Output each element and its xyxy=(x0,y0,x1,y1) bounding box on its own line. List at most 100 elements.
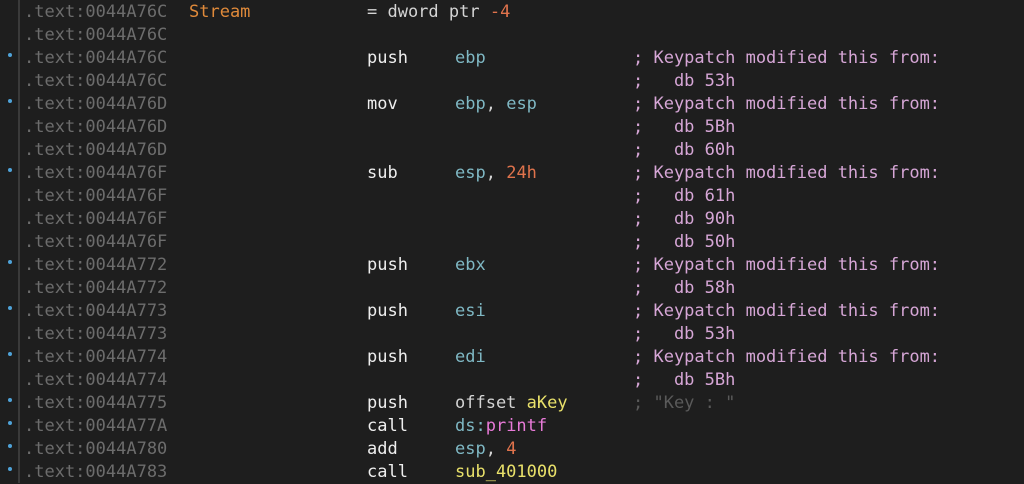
operand[interactable]: esp xyxy=(455,163,486,183)
instruction-operands[interactable]: ebp xyxy=(455,47,486,70)
code-line[interactable]: .text:0044A76C xyxy=(0,24,1024,47)
definition-offset: -4 xyxy=(489,2,511,22)
line-comment: ; Keypatch modified this from: xyxy=(633,163,941,183)
instruction-operands[interactable]: ds:printf xyxy=(455,415,547,438)
line-comment: ; Keypatch modified this from: xyxy=(633,347,941,367)
code-line[interactable]: .text:0044A775 push offset aKey ; "Key : " xyxy=(0,392,1024,415)
instruction-mnemonic[interactable]: call xyxy=(367,415,408,438)
operand[interactable]: ebp xyxy=(455,48,486,68)
code-line[interactable]: .text:0044A76D ; db 60h xyxy=(0,139,1024,162)
operand[interactable]: esi xyxy=(455,301,486,321)
operand[interactable]: 24h xyxy=(506,163,537,183)
operand[interactable]: aKey xyxy=(527,393,568,413)
instruction-mnemonic[interactable]: push xyxy=(367,254,408,277)
instruction-mnemonic[interactable]: push xyxy=(367,47,408,70)
line-comment: ; Keypatch modified this from: xyxy=(633,301,941,321)
breakpoint-dot-icon[interactable] xyxy=(8,168,12,172)
operand[interactable]: ebx xyxy=(455,255,486,275)
operand[interactable]: ds: xyxy=(455,416,486,436)
line-comment: ; Keypatch modified this from: xyxy=(633,255,941,275)
line-address: .text:0044A772 xyxy=(24,255,168,275)
line-comment: ; db 90h xyxy=(633,209,736,229)
code-line[interactable]: .text:0044A773 ; db 53h xyxy=(0,323,1024,346)
operand[interactable]: 4 xyxy=(506,439,516,459)
line-address: .text:0044A76D xyxy=(24,94,168,114)
line-address: .text:0044A76F xyxy=(24,186,168,206)
code-line[interactable]: .text:0044A76F ; db 61h xyxy=(0,185,1024,208)
breakpoint-dot-icon[interactable] xyxy=(8,260,12,264)
line-address: .text:0044A775 xyxy=(24,393,168,413)
breakpoint-dot-icon[interactable] xyxy=(8,421,12,425)
line-address: .text:0044A774 xyxy=(24,370,168,390)
instruction-mnemonic[interactable]: add xyxy=(367,438,398,461)
code-line[interactable]: .text:0044A773 push esi ; Keypatch modified… xyxy=(0,300,1024,323)
line-address: .text:0044A76F xyxy=(24,163,168,183)
line-address: .text:0044A773 xyxy=(24,324,168,344)
code-line[interactable]: .text:0044A77A call ds:printf xyxy=(0,415,1024,438)
instruction-operands[interactable]: ebx xyxy=(455,254,486,277)
stack-var-definition: = dword ptr -4 xyxy=(367,1,510,24)
code-line[interactable]: .text:0044A76F sub esp, 24h ; Keypatch modi… xyxy=(0,162,1024,185)
code-line[interactable]: .text:0044A76C ; db 53h xyxy=(0,70,1024,93)
line-address: .text:0044A76D xyxy=(24,117,168,137)
operand-separator: , xyxy=(485,94,507,114)
operand[interactable]: edi xyxy=(455,347,486,367)
instruction-operands[interactable]: edi xyxy=(455,346,486,369)
breakpoint-dot-icon[interactable] xyxy=(8,398,12,402)
operand[interactable]: esp xyxy=(455,439,486,459)
line-address: .text:0044A773 xyxy=(24,301,168,321)
line-comment: ; Keypatch modified this from: xyxy=(633,48,941,68)
operand[interactable]: esp xyxy=(506,94,537,114)
code-line[interactable]: .text:0044A76F ; db 50h xyxy=(0,231,1024,254)
code-line[interactable]: .text:0044A774 ; db 5Bh xyxy=(0,369,1024,392)
line-comment: ; db 50h xyxy=(633,232,736,252)
operand[interactable]: ebp xyxy=(455,94,486,114)
breakpoint-dot-icon[interactable] xyxy=(8,352,12,356)
instruction-mnemonic[interactable]: push xyxy=(367,392,408,415)
line-comment: ; db 5Bh xyxy=(633,117,736,137)
operand[interactable]: sub_401000 xyxy=(455,462,557,482)
code-line[interactable]: .text:0044A76F ; db 90h xyxy=(0,208,1024,231)
breakpoint-dot-icon[interactable] xyxy=(8,99,12,103)
line-address: .text:0044A76C xyxy=(24,2,168,22)
instruction-operands[interactable]: esp, 4 xyxy=(455,438,516,461)
line-address: .text:0044A76F xyxy=(24,232,168,252)
breakpoint-dot-icon[interactable] xyxy=(8,53,12,57)
code-line[interactable]: .text:0044A772 ; db 58h xyxy=(0,277,1024,300)
line-comment: ; db 53h xyxy=(633,324,736,344)
code-line[interactable]: .text:0044A772 push ebx ; Keypatch modified… xyxy=(0,254,1024,277)
instruction-operands[interactable]: ebp, esp xyxy=(455,93,537,116)
operand[interactable]: printf xyxy=(486,416,547,436)
breakpoint-dot-icon[interactable] xyxy=(8,444,12,448)
instruction-operands[interactable]: esi xyxy=(455,300,486,323)
instruction-mnemonic[interactable]: sub xyxy=(367,162,398,185)
instruction-mnemonic[interactable]: mov xyxy=(367,93,398,116)
operand-separator: , xyxy=(485,163,507,183)
line-address: .text:0044A783 xyxy=(24,462,168,482)
code-line[interactable]: .text:0044A76C push ebp ; Keypatch modified… xyxy=(0,47,1024,70)
line-address: .text:0044A76C xyxy=(24,48,168,68)
code-line[interactable]: .text:0044A76D mov ebp, esp ; Keypatch modi… xyxy=(0,93,1024,116)
instruction-mnemonic[interactable]: push xyxy=(367,346,408,369)
instruction-operands[interactable]: offset aKey xyxy=(455,392,568,415)
instruction-mnemonic[interactable]: call xyxy=(367,461,408,484)
line-comment: ; db 53h xyxy=(633,71,736,91)
instruction-mnemonic[interactable]: push xyxy=(367,300,408,323)
definition-text: = dword ptr xyxy=(367,2,490,22)
breakpoint-dot-icon[interactable] xyxy=(8,467,12,471)
operand[interactable]: offset xyxy=(455,393,527,413)
breakpoint-dot-icon[interactable] xyxy=(8,306,12,310)
instruction-operands[interactable]: sub_401000 xyxy=(455,461,557,484)
code-line[interactable]: .text:0044A783 call sub_401000 xyxy=(0,461,1024,484)
line-address: .text:0044A76F xyxy=(24,209,168,229)
disassembly-view[interactable]: .text:0044A76C Stream = dword ptr -4 .text:… xyxy=(0,0,1024,483)
code-line[interactable]: .text:0044A76C Stream = dword ptr -4 xyxy=(0,1,1024,24)
line-address: .text:0044A780 xyxy=(24,439,168,459)
line-address: .text:0044A76C xyxy=(24,71,168,91)
code-line[interactable]: .text:0044A76D ; db 5Bh xyxy=(0,116,1024,139)
line-address: .text:0044A76C xyxy=(24,25,168,45)
code-line[interactable]: .text:0044A780 add esp, 4 xyxy=(0,438,1024,461)
instruction-operands[interactable]: esp, 24h xyxy=(455,162,537,185)
code-line[interactable]: .text:0044A774 push edi ; Keypatch modified… xyxy=(0,346,1024,369)
stack-var-label[interactable]: Stream xyxy=(189,1,250,24)
